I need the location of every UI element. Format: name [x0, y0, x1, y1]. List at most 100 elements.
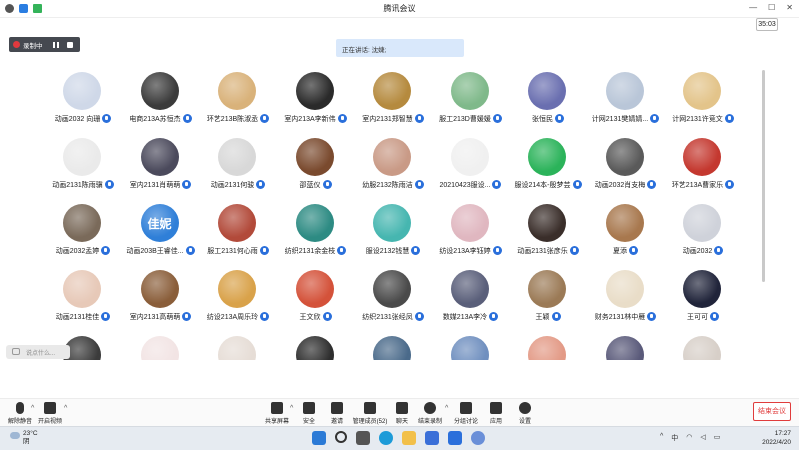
ime-indicator[interactable]: 中 — [671, 433, 678, 443]
participant-tile[interactable]: 幼服2132陈雨洁 — [355, 138, 431, 204]
participant-tile[interactable] — [355, 336, 431, 360]
participant-tile[interactable]: 动画2032 — [665, 204, 741, 270]
file-explorer-icon[interactable] — [402, 431, 416, 445]
participant-tile[interactable] — [200, 336, 276, 360]
participant-tile[interactable]: 计网2131许竞文 — [665, 72, 741, 138]
participant-tile[interactable]: 王文欣 — [278, 270, 354, 336]
chevron-up-icon[interactable]: ^ — [660, 433, 663, 443]
store-icon[interactable] — [425, 431, 439, 445]
participant-tile[interactable]: 张恒民 — [510, 72, 586, 138]
avatar — [683, 72, 721, 110]
participant-tile[interactable]: 动画2131张彦乐 — [510, 204, 586, 270]
windows-start-icon[interactable] — [312, 431, 326, 445]
avatar — [218, 138, 256, 176]
participant-tile[interactable]: 20210423服设... — [433, 138, 509, 204]
avatar — [295, 204, 334, 242]
participant-tile[interactable]: 服设2132钱慧 — [355, 204, 431, 270]
participant-tile[interactable]: 纺设213A李钰婷 — [433, 204, 509, 270]
window-title: 腾讯会议 — [383, 4, 416, 13]
mic-icon — [411, 246, 421, 255]
participant-name: 计网2131许竞文 — [672, 116, 723, 123]
participant-tile[interactable] — [665, 336, 741, 360]
participant-tile[interactable]: 计网2131樊婧婧... — [588, 72, 664, 138]
scrollbar[interactable] — [762, 70, 765, 282]
participant-name: 服工2131何心雨 — [207, 248, 258, 255]
participant-tile[interactable]: 动画2032孟婷 — [45, 204, 121, 270]
participant-tile[interactable]: 王颖 — [510, 270, 586, 336]
participant-tile[interactable] — [123, 336, 199, 360]
participant-name: 室内2131郑智慧 — [362, 116, 413, 123]
participant-tile[interactable]: 电商213A苏恒杰 — [123, 72, 199, 138]
chat-icon — [12, 348, 20, 355]
participant-tile[interactable] — [588, 336, 664, 360]
participant-tile[interactable]: 室内2131肖萌萌 — [123, 138, 199, 204]
minimize-icon[interactable]: — — [749, 3, 757, 12]
weather-widget[interactable]: 23°C 阴 — [10, 430, 38, 446]
volume-icon[interactable]: ◁ — [700, 433, 705, 443]
search-icon[interactable] — [335, 431, 347, 443]
participant-tile[interactable]: 动画2131桂佳 — [45, 270, 121, 336]
invite-icon — [331, 402, 343, 414]
participant-tile[interactable]: 佳妮 动画203B王睿佳... — [123, 204, 199, 270]
participant-tile[interactable]: 动画2131何骏 — [200, 138, 276, 204]
chat-input[interactable]: 说点什么... — [6, 345, 70, 359]
participant-name: 数媒213A李冷 — [442, 314, 488, 321]
participant-tile[interactable]: 服工2131何心雨 — [200, 204, 276, 270]
clock[interactable]: 17:27 2022/4/20 — [762, 429, 791, 447]
mic-icon — [714, 246, 724, 255]
avatar — [373, 138, 411, 176]
participant-tile[interactable]: 动画2032肖支梅 — [588, 138, 664, 204]
avatar — [140, 138, 179, 176]
participant-tile[interactable]: 动画2131陈雨骥 — [45, 138, 121, 204]
participant-name: 王可可 — [687, 314, 708, 321]
participant-name: 动画2032 — [682, 248, 713, 255]
app-icon[interactable] — [471, 431, 485, 445]
avatar — [605, 270, 644, 308]
recording-indicator: 录制中 — [9, 37, 80, 52]
mic-muted-icon — [16, 402, 24, 414]
maximize-icon[interactable]: ☐ — [768, 3, 775, 12]
participant-tile[interactable] — [278, 336, 354, 360]
settings-button[interactable]: 设置 — [505, 402, 545, 425]
close-icon[interactable]: ✕ — [786, 3, 793, 12]
participant-tile[interactable]: 数媒213A李冷 — [433, 270, 509, 336]
participant-tile[interactable]: 财务2131林中雁 — [588, 270, 664, 336]
participant-tile[interactable]: 室内213A李新伟 — [278, 72, 354, 138]
participant-tile[interactable]: 服设214本-殷梦芸 — [510, 138, 586, 204]
participant-tile[interactable]: 室内2131高萌萌 — [123, 270, 199, 336]
battery-icon[interactable]: ▭ — [714, 433, 721, 443]
participant-tile[interactable]: 纺织2131余金枝 — [278, 204, 354, 270]
end-recording-button[interactable]: 结束录制 — [410, 402, 450, 425]
participant-tile[interactable]: 服工213D曹媛媛 — [433, 72, 509, 138]
mic-icon — [489, 312, 499, 321]
stop-icon[interactable] — [67, 41, 73, 48]
participant-tile[interactable] — [433, 336, 509, 360]
participant-name: 财务2131林中雁 — [594, 314, 646, 321]
title-bar: 腾讯会议 — ☐ ✕ — [0, 0, 799, 18]
chevron-up-icon[interactable]: ^ — [64, 405, 67, 412]
meeting-app-icon[interactable] — [448, 431, 462, 445]
participant-name: 室内2131高萌萌 — [129, 314, 181, 321]
wifi-icon[interactable]: ◠ — [686, 433, 692, 443]
pause-icon[interactable] — [51, 40, 61, 50]
participant-tile[interactable]: 动画2032 向珊 — [45, 72, 121, 138]
participant-tile[interactable]: 邵蓝仪 — [278, 138, 354, 204]
end-meeting-button[interactable]: 结束会议 — [753, 402, 791, 421]
participant-tile[interactable]: 王可可 — [665, 270, 741, 336]
participant-tile[interactable]: 纺设213A周乐玲 — [200, 270, 276, 336]
participant-tile[interactable]: 纺织2131张经凤 — [355, 270, 431, 336]
task-view-icon[interactable] — [356, 431, 370, 445]
avatar — [450, 138, 489, 176]
participant-tile[interactable]: 夏添 — [588, 204, 664, 270]
participant-tile[interactable]: 环艺213B陈淑丞 — [200, 72, 276, 138]
participant-tile[interactable]: 室内2131郑智慧 — [355, 72, 431, 138]
edge-icon[interactable] — [379, 431, 393, 445]
speaking-banner: 正在讲话: 沈婕; — [336, 39, 464, 57]
avatar — [450, 270, 489, 308]
avatar — [528, 270, 566, 308]
avatar — [373, 270, 411, 308]
clock-time: 17:27 — [774, 430, 791, 437]
participant-tile[interactable]: 环艺213A曹家乐 — [665, 138, 741, 204]
participant-name: 服工213D曹媛媛 — [439, 116, 491, 123]
participant-tile[interactable] — [510, 336, 586, 360]
